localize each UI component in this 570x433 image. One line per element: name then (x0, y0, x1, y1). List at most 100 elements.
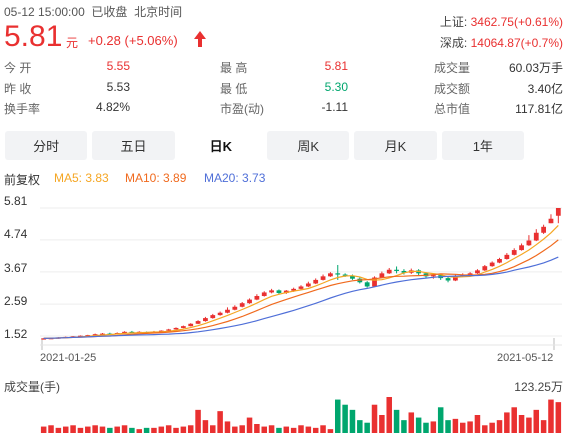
volume-bar (423, 422, 429, 433)
index-sh[interactable]: 上证: 3462.75(+0.61%) (440, 13, 563, 30)
volume-bar (143, 427, 150, 433)
volume-bar (482, 425, 488, 433)
volume-bar (379, 415, 385, 433)
volume-bar (320, 425, 326, 433)
volume-bar (165, 425, 172, 433)
tab-5day[interactable]: 五日 (92, 131, 175, 160)
candle-up (188, 323, 194, 327)
volume-bar (437, 407, 444, 433)
volume-bar (121, 425, 128, 433)
quote-pe-value: -1.11 (321, 100, 348, 114)
candle-up (313, 279, 319, 284)
tab-weekly-k[interactable]: 周K (266, 131, 350, 160)
volume-bar (202, 420, 209, 433)
candle-up (195, 321, 201, 324)
index-sz[interactable]: 深成: 14064.87(+0.7%) (440, 34, 563, 51)
volume-bar (276, 427, 282, 433)
candle-up (526, 240, 532, 246)
candle-up (555, 208, 561, 216)
index-sz-name: 深成: (439, 36, 468, 50)
quote-turnover-label: 换手率 (4, 102, 41, 116)
volume-bar (496, 420, 503, 433)
candle-up (328, 273, 333, 277)
candle-up (519, 245, 524, 251)
volume-bar (70, 425, 76, 433)
volume-bar (99, 426, 106, 433)
volume-bar (452, 418, 459, 433)
quote-high-label: 最 高 (220, 61, 248, 75)
kline-chart[interactable] (0, 190, 570, 350)
volume-bar (445, 420, 451, 433)
candle-up (504, 254, 510, 260)
candle-up (225, 309, 230, 313)
candle-up (533, 232, 539, 241)
quote-prevclose-label: 昨 收 (4, 82, 32, 96)
index-sz-value: 14064.87(+0.7%) (470, 36, 563, 50)
chart-gridlines (40, 207, 562, 350)
volume-bar (386, 397, 392, 433)
volume-bar (239, 425, 245, 433)
candle-up (511, 250, 517, 255)
candle-up (482, 266, 488, 271)
volume-bar (107, 427, 113, 433)
volume-bar (540, 420, 547, 433)
volume-bar (114, 426, 120, 433)
ma20-line (43, 256, 559, 339)
volume-bar (327, 429, 334, 433)
volume-bar (210, 425, 216, 433)
ma5-line (43, 224, 559, 339)
volume-bar (408, 412, 415, 433)
volume-bar (173, 427, 179, 433)
index-sh-name: 上证: (439, 15, 468, 29)
quote-mktcap-value: 117.81亿 (515, 102, 563, 116)
volume-bar (298, 425, 304, 433)
ma5-legend: MA5: 3.83 (54, 171, 109, 185)
volume-bar (533, 409, 540, 433)
volume-bar (526, 417, 532, 433)
quote-high-value: 5.81 (324, 59, 348, 73)
volume-bar (136, 429, 143, 433)
volume-bar (48, 425, 54, 433)
candle-down (394, 269, 399, 271)
tab-monthly-k[interactable]: 月K (354, 131, 437, 160)
candle-up (203, 318, 208, 322)
market-status: 05-12 15:00:00 已收盘 北京时间 (4, 3, 182, 20)
volume-bar (158, 426, 165, 433)
volume-bar (459, 422, 466, 433)
volume-bar (129, 427, 135, 433)
volume-bar (40, 426, 47, 433)
candle-up (541, 226, 547, 233)
volume-bar (85, 426, 91, 433)
candle-up (239, 303, 245, 307)
tab-daily-k[interactable]: 日K (179, 131, 262, 160)
volume-bar (349, 409, 356, 433)
volume-bar (268, 425, 275, 433)
tab-intraday[interactable]: 分时 (5, 131, 88, 160)
candle-up (548, 218, 554, 224)
price-change-value: +0.28 (88, 33, 121, 48)
volume-bar (55, 427, 62, 433)
candle-up (269, 290, 274, 293)
adjust-mode[interactable]: 前复权 (4, 171, 40, 188)
volume-bar (555, 402, 562, 433)
candle-down (335, 273, 341, 275)
volume-bar (224, 421, 231, 433)
volume-bar (312, 427, 319, 433)
quote-amount-value: 3.40亿 (527, 82, 563, 96)
candle-up (489, 262, 495, 267)
tab-1year[interactable]: 1年 (441, 131, 524, 160)
price-unit: 元 (66, 36, 79, 50)
quote-low-value: 5.30 (324, 80, 348, 94)
candle-up (173, 327, 179, 330)
candle-up (386, 269, 392, 274)
volume-bar (77, 427, 84, 433)
volume-chart[interactable] (0, 394, 570, 433)
volume-bar (401, 420, 407, 433)
x-end-label: 2021-05-12 (497, 352, 554, 364)
candle-up (475, 270, 480, 274)
volume-bar (305, 426, 312, 433)
volume-bar (489, 422, 495, 433)
candle-up (232, 306, 238, 310)
ma20-legend: MA20: 3.73 (204, 171, 266, 185)
volume-bar (474, 415, 481, 433)
